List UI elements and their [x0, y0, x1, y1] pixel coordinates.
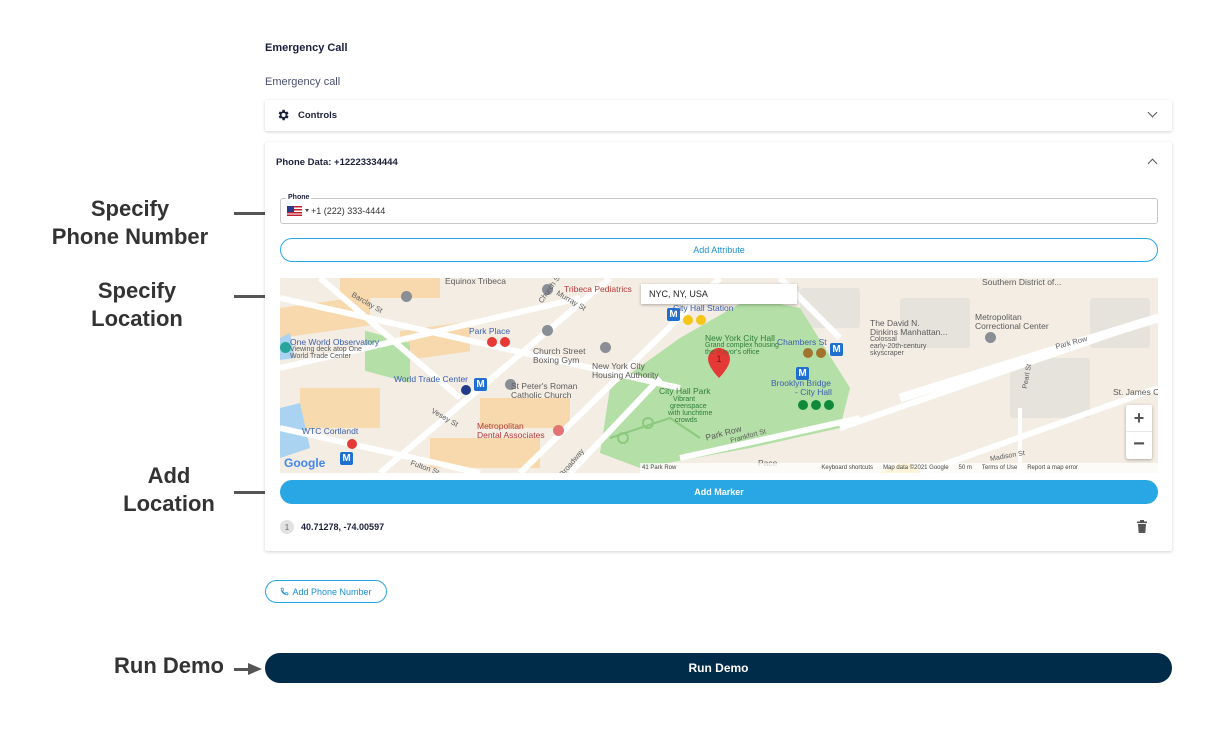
map-label: Correctional Center — [975, 321, 1049, 331]
map-label: WTC Cortlandt — [302, 426, 359, 436]
map-label: Colossal — [870, 336, 897, 343]
subway-line-icon — [816, 348, 826, 358]
annotation-location: Specify Location — [62, 277, 212, 333]
subway-line-icon — [500, 337, 510, 347]
country-dropdown-icon[interactable] — [305, 209, 309, 212]
map-label: Housing Authority — [592, 370, 659, 380]
subway-line-icon — [347, 439, 357, 449]
zoom-controls: + − — [1126, 405, 1152, 459]
phone-input[interactable] — [280, 198, 1158, 224]
map-label: World Trade Center — [290, 353, 351, 360]
subway-line-icon — [811, 400, 821, 410]
subway-line-icon — [696, 315, 706, 325]
transit-m-icon: M — [830, 343, 843, 356]
map-label: Dental Associates — [477, 430, 545, 440]
add-attribute-button[interactable]: Add Attribute — [280, 238, 1158, 262]
google-logo: Google — [284, 456, 326, 470]
subway-line-icon — [803, 348, 813, 358]
map-label: Park Place — [469, 326, 511, 336]
gear-icon — [276, 108, 290, 122]
annotation-add-location-line2: Location — [123, 491, 215, 516]
map-scale: 50 m — [958, 465, 972, 471]
map-label: Chambers St — [777, 337, 827, 347]
transit-m-icon: M — [340, 452, 353, 465]
annotation-location-line1: Specify — [97, 278, 177, 303]
map-footer: 41 Park Row Keyboard shortcuts Map data … — [640, 463, 1158, 473]
page-subtitle: Emergency call — [265, 76, 341, 88]
chevron-down-icon[interactable] — [1147, 107, 1158, 118]
subway-line-icon — [798, 400, 808, 410]
map-label: Southern District of... — [982, 278, 1062, 287]
transit-m-icon: M — [474, 378, 487, 391]
map-label: St. James C — [1113, 387, 1158, 397]
add-phone-number-button[interactable]: Add Phone Number — [265, 580, 387, 603]
map-label: early-20th-century — [870, 343, 927, 350]
zoom-in-button[interactable]: + — [1126, 405, 1152, 432]
map-label: World Trade Center — [394, 374, 469, 384]
map-label: Boxing Gym — [533, 355, 580, 365]
map-label: Catholic Church — [511, 390, 572, 400]
report-link[interactable]: Report a map error — [1027, 465, 1078, 471]
page-title: Emergency Call — [265, 42, 348, 54]
map-label: Equinox Tribeca — [445, 278, 506, 286]
annotation-location-line2: Location — [91, 306, 183, 331]
map-label: Grand complex housing — [705, 342, 779, 349]
subway-line-icon — [824, 400, 834, 410]
phone-data-title: Phone Data: +12223334444 — [276, 157, 398, 168]
place-pin-icon — [600, 342, 611, 353]
annotation-phone: Specify Phone Number — [40, 195, 220, 251]
chevron-up-icon[interactable] — [1147, 158, 1158, 169]
place-pin-icon — [553, 425, 564, 436]
add-marker-button[interactable]: Add Marker — [280, 480, 1158, 504]
map-label: Vibrant — [673, 396, 696, 403]
map-label: skyscraper — [870, 350, 904, 357]
add-phone-number-label: Add Phone Number — [292, 586, 372, 597]
annotation-arrow-add-location — [234, 486, 280, 498]
map-label: with lunchtime — [668, 410, 713, 417]
subway-line-icon — [461, 385, 471, 395]
annotation-arrow-run-demo — [234, 663, 262, 675]
controls-label: Controls — [298, 110, 338, 121]
controls-panel[interactable]: Controls — [265, 100, 1172, 131]
us-flag-icon[interactable] — [287, 206, 302, 216]
delete-icon[interactable] — [1136, 520, 1148, 538]
run-demo-button[interactable]: Run Demo — [265, 653, 1172, 683]
marker-index-badge: 1 — [280, 520, 294, 534]
map-address: 41 Park Row — [642, 465, 677, 471]
phone-value: +1 (222) 333-4444 — [311, 206, 386, 216]
zoom-out-button[interactable]: − — [1126, 432, 1152, 459]
map-label: the mayor's office — [705, 349, 760, 356]
map-label: City Hall Park — [659, 386, 711, 396]
subway-line-icon — [487, 337, 497, 347]
map-label: - City Hall — [795, 387, 832, 397]
annotation-phone-line2: Phone Number — [51, 224, 209, 249]
map-label: City Hall Station — [673, 303, 734, 313]
annotation-phone-line1: Specify — [90, 196, 170, 221]
map[interactable]: 1 M M M M M Equinox Tribeca Tribeca Pedi… — [280, 278, 1158, 473]
subway-line-icon — [683, 315, 693, 325]
annotation-add-location: Add Location — [94, 462, 244, 518]
place-pin-icon — [401, 291, 412, 302]
terms-link[interactable]: Terms of Use — [982, 465, 1017, 471]
annotation-add-location-line1: Add — [147, 463, 191, 488]
map-label: greenspace — [670, 403, 707, 410]
map-label: Tribeca Pediatrics — [564, 284, 632, 294]
place-pin-icon — [985, 332, 996, 343]
phone-icon — [281, 587, 289, 596]
map-data-text: Map data ©2021 Google — [883, 465, 949, 471]
keyboard-shortcuts-link[interactable]: Keyboard shortcuts — [821, 465, 873, 471]
place-pin-icon — [542, 325, 553, 336]
annotation-run-demo: Run Demo — [114, 653, 224, 678]
map-label: crowds — [675, 417, 698, 424]
location-search-input[interactable]: NYC, NY, USA — [641, 284, 797, 304]
phone-field-label: Phone — [286, 194, 312, 201]
marker-coords: 40.71278, -74.00597 — [301, 522, 385, 532]
map-label: Viewing deck atop One — [290, 346, 362, 353]
